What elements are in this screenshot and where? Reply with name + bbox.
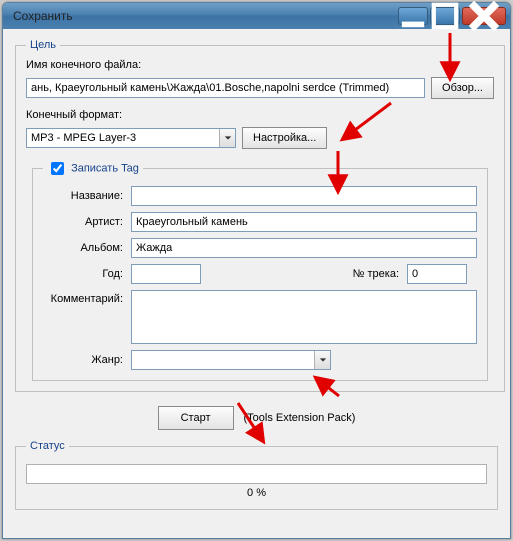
status-legend: Статус — [26, 440, 69, 452]
dropdown-arrow-icon[interactable] — [219, 129, 235, 147]
comment-input[interactable] — [131, 290, 477, 344]
artist-input[interactable] — [131, 212, 477, 232]
minimize-button[interactable] — [398, 7, 428, 25]
format-select[interactable]: MP3 - MPEG Layer-3 — [26, 128, 236, 148]
target-legend: Цель — [26, 39, 60, 51]
target-group: Цель Имя конечного файла: Обзор... Конеч… — [15, 39, 505, 392]
title-input[interactable] — [131, 186, 477, 206]
filename-input[interactable] — [26, 78, 425, 98]
settings-button[interactable]: Настройка... — [242, 127, 327, 149]
maximize-button[interactable] — [430, 7, 460, 25]
tag-legend: Записать Tag — [43, 159, 143, 178]
window-title: Сохранить — [13, 9, 398, 23]
track-label: № трека: — [339, 268, 399, 280]
year-label: Год: — [43, 268, 123, 280]
tag-legend-text: Записать Tag — [71, 162, 139, 174]
dropdown-arrow-icon[interactable] — [314, 351, 330, 369]
start-button[interactable]: Старт — [158, 406, 234, 430]
track-input[interactable] — [407, 264, 467, 284]
format-value: MP3 - MPEG Layer-3 — [27, 132, 219, 144]
filename-label: Имя конечного файла: — [26, 59, 494, 71]
year-input[interactable] — [131, 264, 201, 284]
comment-label: Комментарий: — [43, 290, 123, 305]
genre-label: Жанр: — [43, 354, 123, 366]
browse-button[interactable]: Обзор... — [431, 77, 494, 99]
titlebar[interactable]: Сохранить — [3, 3, 510, 29]
write-tag-checkbox[interactable] — [51, 162, 64, 175]
album-label: Альбом: — [43, 242, 123, 254]
genre-select[interactable] — [131, 350, 331, 370]
progress-percent: 0 % — [26, 487, 487, 499]
artist-label: Артист: — [43, 216, 123, 228]
format-label: Конечный формат: — [26, 109, 494, 121]
progress-bar — [26, 464, 487, 484]
ext-pack-label: (Tools Extension Pack) — [244, 412, 356, 424]
album-input[interactable] — [131, 238, 477, 258]
title-label: Название: — [43, 190, 123, 202]
tag-group: Записать Tag Название: Артист: Альбом: Г… — [32, 159, 488, 381]
client-area: Цель Имя конечного файла: Обзор... Конеч… — [9, 33, 504, 532]
start-row: Старт (Tools Extension Pack) — [9, 406, 504, 430]
save-dialog-window: Сохранить Цель Имя конечного файла: Обзо… — [2, 2, 511, 539]
status-group: Статус 0 % — [15, 440, 498, 510]
close-button[interactable] — [462, 7, 506, 25]
window-buttons — [398, 7, 506, 25]
